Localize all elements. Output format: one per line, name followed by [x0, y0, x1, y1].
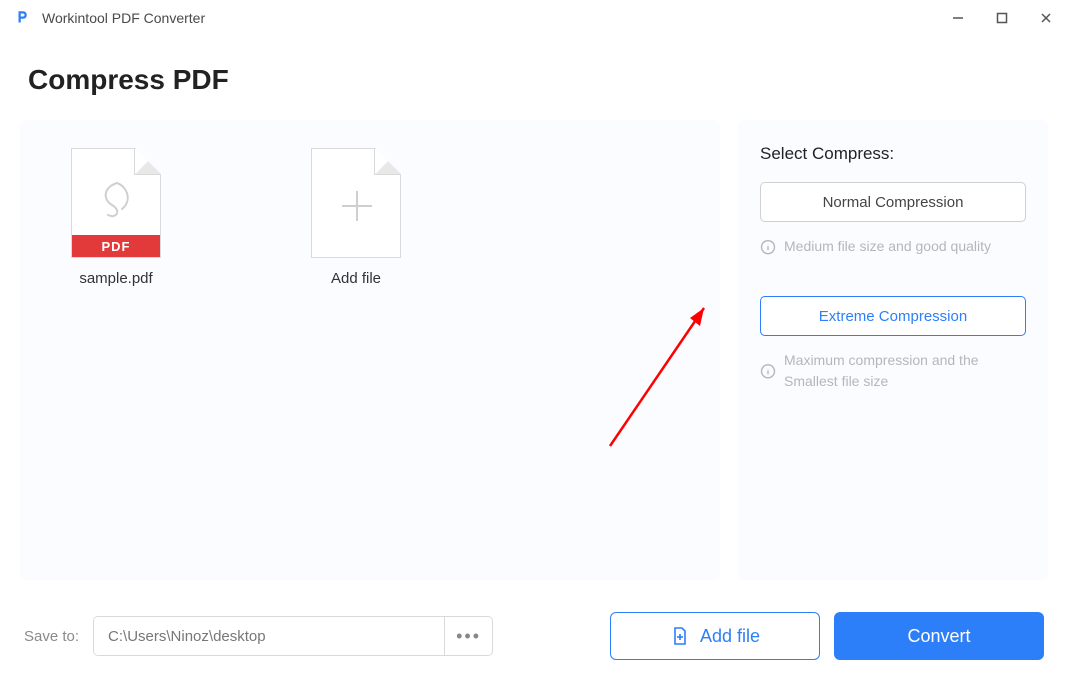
main-area: PDF sample.pdf Add file Select Compress:… — [0, 120, 1068, 580]
normal-compression-label: Normal Compression — [823, 194, 964, 211]
bottom-bar: Save to: ••• Add file Convert — [0, 594, 1068, 678]
convert-button-label: Convert — [907, 626, 970, 647]
file-tile-sample[interactable]: PDF sample.pdf — [56, 148, 176, 287]
save-path-input[interactable] — [94, 617, 444, 655]
add-file-tile-label: Add file — [296, 270, 416, 287]
browse-button[interactable]: ••• — [444, 617, 492, 655]
options-heading: Select Compress: — [760, 144, 1026, 164]
extreme-compression-label: Extreme Compression — [819, 308, 967, 325]
app-logo-icon — [14, 9, 32, 27]
close-button[interactable] — [1024, 0, 1068, 36]
file-name-label: sample.pdf — [56, 270, 176, 287]
normal-compression-button[interactable]: Normal Compression — [760, 182, 1026, 222]
pdf-badge: PDF — [72, 235, 160, 257]
add-file-button[interactable]: Add file — [610, 612, 820, 660]
normal-compression-desc: Medium file size and good quality — [760, 236, 1026, 256]
window-title: Workintool PDF Converter — [42, 10, 205, 26]
maximize-button[interactable] — [980, 0, 1024, 36]
file-drop-area[interactable]: PDF sample.pdf Add file — [20, 120, 720, 580]
extreme-compression-button[interactable]: Extreme Compression — [760, 296, 1026, 336]
add-file-button-label: Add file — [700, 626, 760, 647]
blank-file-icon — [311, 148, 401, 258]
titlebar: Workintool PDF Converter — [0, 0, 1068, 36]
save-path-group: ••• — [93, 616, 493, 656]
convert-button[interactable]: Convert — [834, 612, 1044, 660]
save-to-label: Save to: — [24, 628, 79, 645]
info-icon — [760, 238, 776, 256]
add-file-icon — [670, 626, 690, 646]
extreme-compression-desc: Maximum compression and the Smallest fil… — [760, 350, 1026, 391]
compress-options-panel: Select Compress: Normal Compression Medi… — [738, 120, 1048, 580]
ellipsis-icon: ••• — [456, 626, 481, 647]
pdf-file-icon: PDF — [71, 148, 161, 258]
add-file-tile[interactable]: Add file — [296, 148, 416, 287]
info-icon — [760, 352, 776, 391]
page-title: Compress PDF — [0, 36, 1068, 120]
minimize-button[interactable] — [936, 0, 980, 36]
